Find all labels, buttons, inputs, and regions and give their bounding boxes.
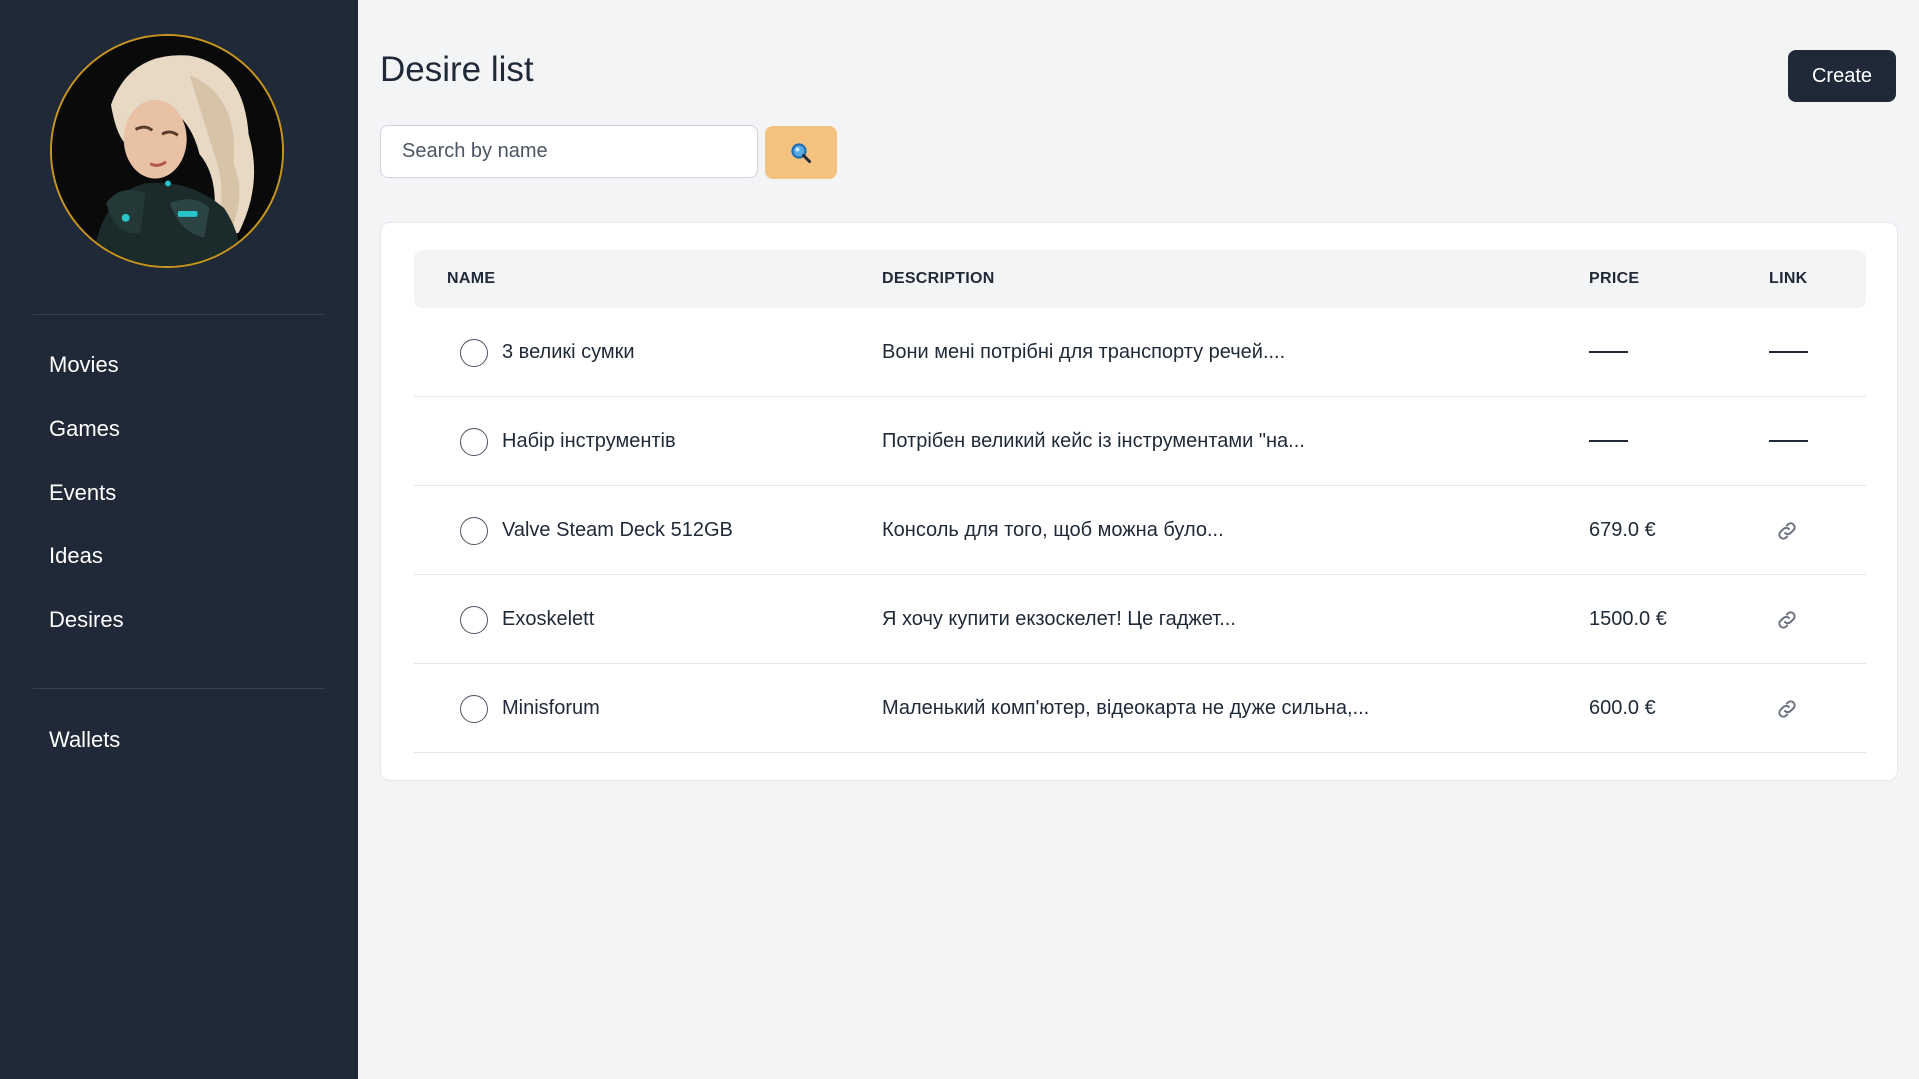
row-select-radio[interactable] (460, 339, 488, 367)
row-select-radio[interactable] (460, 695, 488, 723)
link-icon[interactable] (1775, 697, 1799, 721)
sidebar-divider (33, 314, 325, 315)
link-empty-dash (1769, 440, 1808, 442)
row-select-radio[interactable] (460, 428, 488, 456)
row-description: Консоль для того, щоб можна було... (882, 519, 1224, 541)
row-description: Я хочу купити екзоскелет! Це гаджет... (882, 608, 1236, 630)
table-row[interactable]: Valve Steam Deck 512GB Консоль для того,… (414, 486, 1866, 575)
page-title: Desire list (380, 50, 534, 89)
row-description: Потрібен великий кейс із інструментами "… (882, 430, 1305, 452)
column-header-name: NAME (447, 270, 496, 287)
row-description: Маленький комп'ютер, відеокарта не дуже … (882, 697, 1370, 719)
row-name: 3 великі сумки (502, 341, 635, 363)
row-select-radio[interactable] (460, 517, 488, 545)
link-empty-dash (1769, 351, 1808, 353)
row-name: Valve Steam Deck 512GB (502, 519, 733, 541)
column-header-link: LINK (1769, 270, 1808, 287)
desires-table: NAME DESCRIPTION PRICE LINK 3 великі сум… (380, 222, 1898, 781)
table-header: NAME DESCRIPTION PRICE LINK (414, 250, 1866, 308)
sidebar-item-movies[interactable]: Movies (49, 352, 119, 378)
row-name: Exoskelett (502, 608, 595, 630)
create-button[interactable]: Create (1788, 50, 1896, 102)
table-row[interactable]: 3 великі сумки Вони мені потрібні для тр… (414, 308, 1866, 397)
table-row[interactable]: Exoskelett Я хочу купити екзоскелет! Це … (414, 575, 1866, 664)
sidebar-item-events[interactable]: Events (49, 480, 116, 506)
price-empty-dash (1589, 440, 1628, 442)
sidebar-item-ideas[interactable]: Ideas (49, 543, 103, 569)
price-empty-dash (1589, 351, 1628, 353)
row-price: 600.0 € (1589, 697, 1656, 719)
link-icon[interactable] (1775, 608, 1799, 632)
avatar[interactable] (50, 34, 284, 268)
row-select-radio[interactable] (460, 606, 488, 634)
search-icon (791, 142, 811, 163)
sidebar-item-games[interactable]: Games (49, 416, 120, 442)
row-price: 1500.0 € (1589, 608, 1667, 630)
sidebar-item-wallets[interactable]: Wallets (49, 727, 120, 753)
row-description: Вони мені потрібні для транспорту речей.… (882, 341, 1286, 363)
search-input[interactable] (380, 125, 758, 178)
column-header-price: PRICE (1589, 270, 1640, 287)
column-header-description: DESCRIPTION (882, 270, 995, 287)
row-name: Набір інструментів (502, 430, 676, 452)
avatar-image (52, 36, 282, 266)
sidebar: Movies Games Events Ideas Desires Wallet… (0, 0, 358, 1079)
table-row[interactable]: Набір інструментів Потрібен великий кейс… (414, 397, 1866, 486)
link-icon[interactable] (1775, 519, 1799, 543)
main-content: Desire list Create NAME DESCRIPTION PRIC… (358, 0, 1919, 1079)
app: Movies Games Events Ideas Desires Wallet… (0, 0, 1919, 1079)
sidebar-item-desires[interactable]: Desires (49, 607, 124, 633)
sidebar-divider (33, 688, 325, 689)
table-row[interactable]: Minisforum Маленький комп'ютер, відеокар… (414, 664, 1866, 753)
row-price: 679.0 € (1589, 519, 1656, 541)
row-name: Minisforum (502, 697, 600, 719)
search-button[interactable] (765, 126, 837, 179)
